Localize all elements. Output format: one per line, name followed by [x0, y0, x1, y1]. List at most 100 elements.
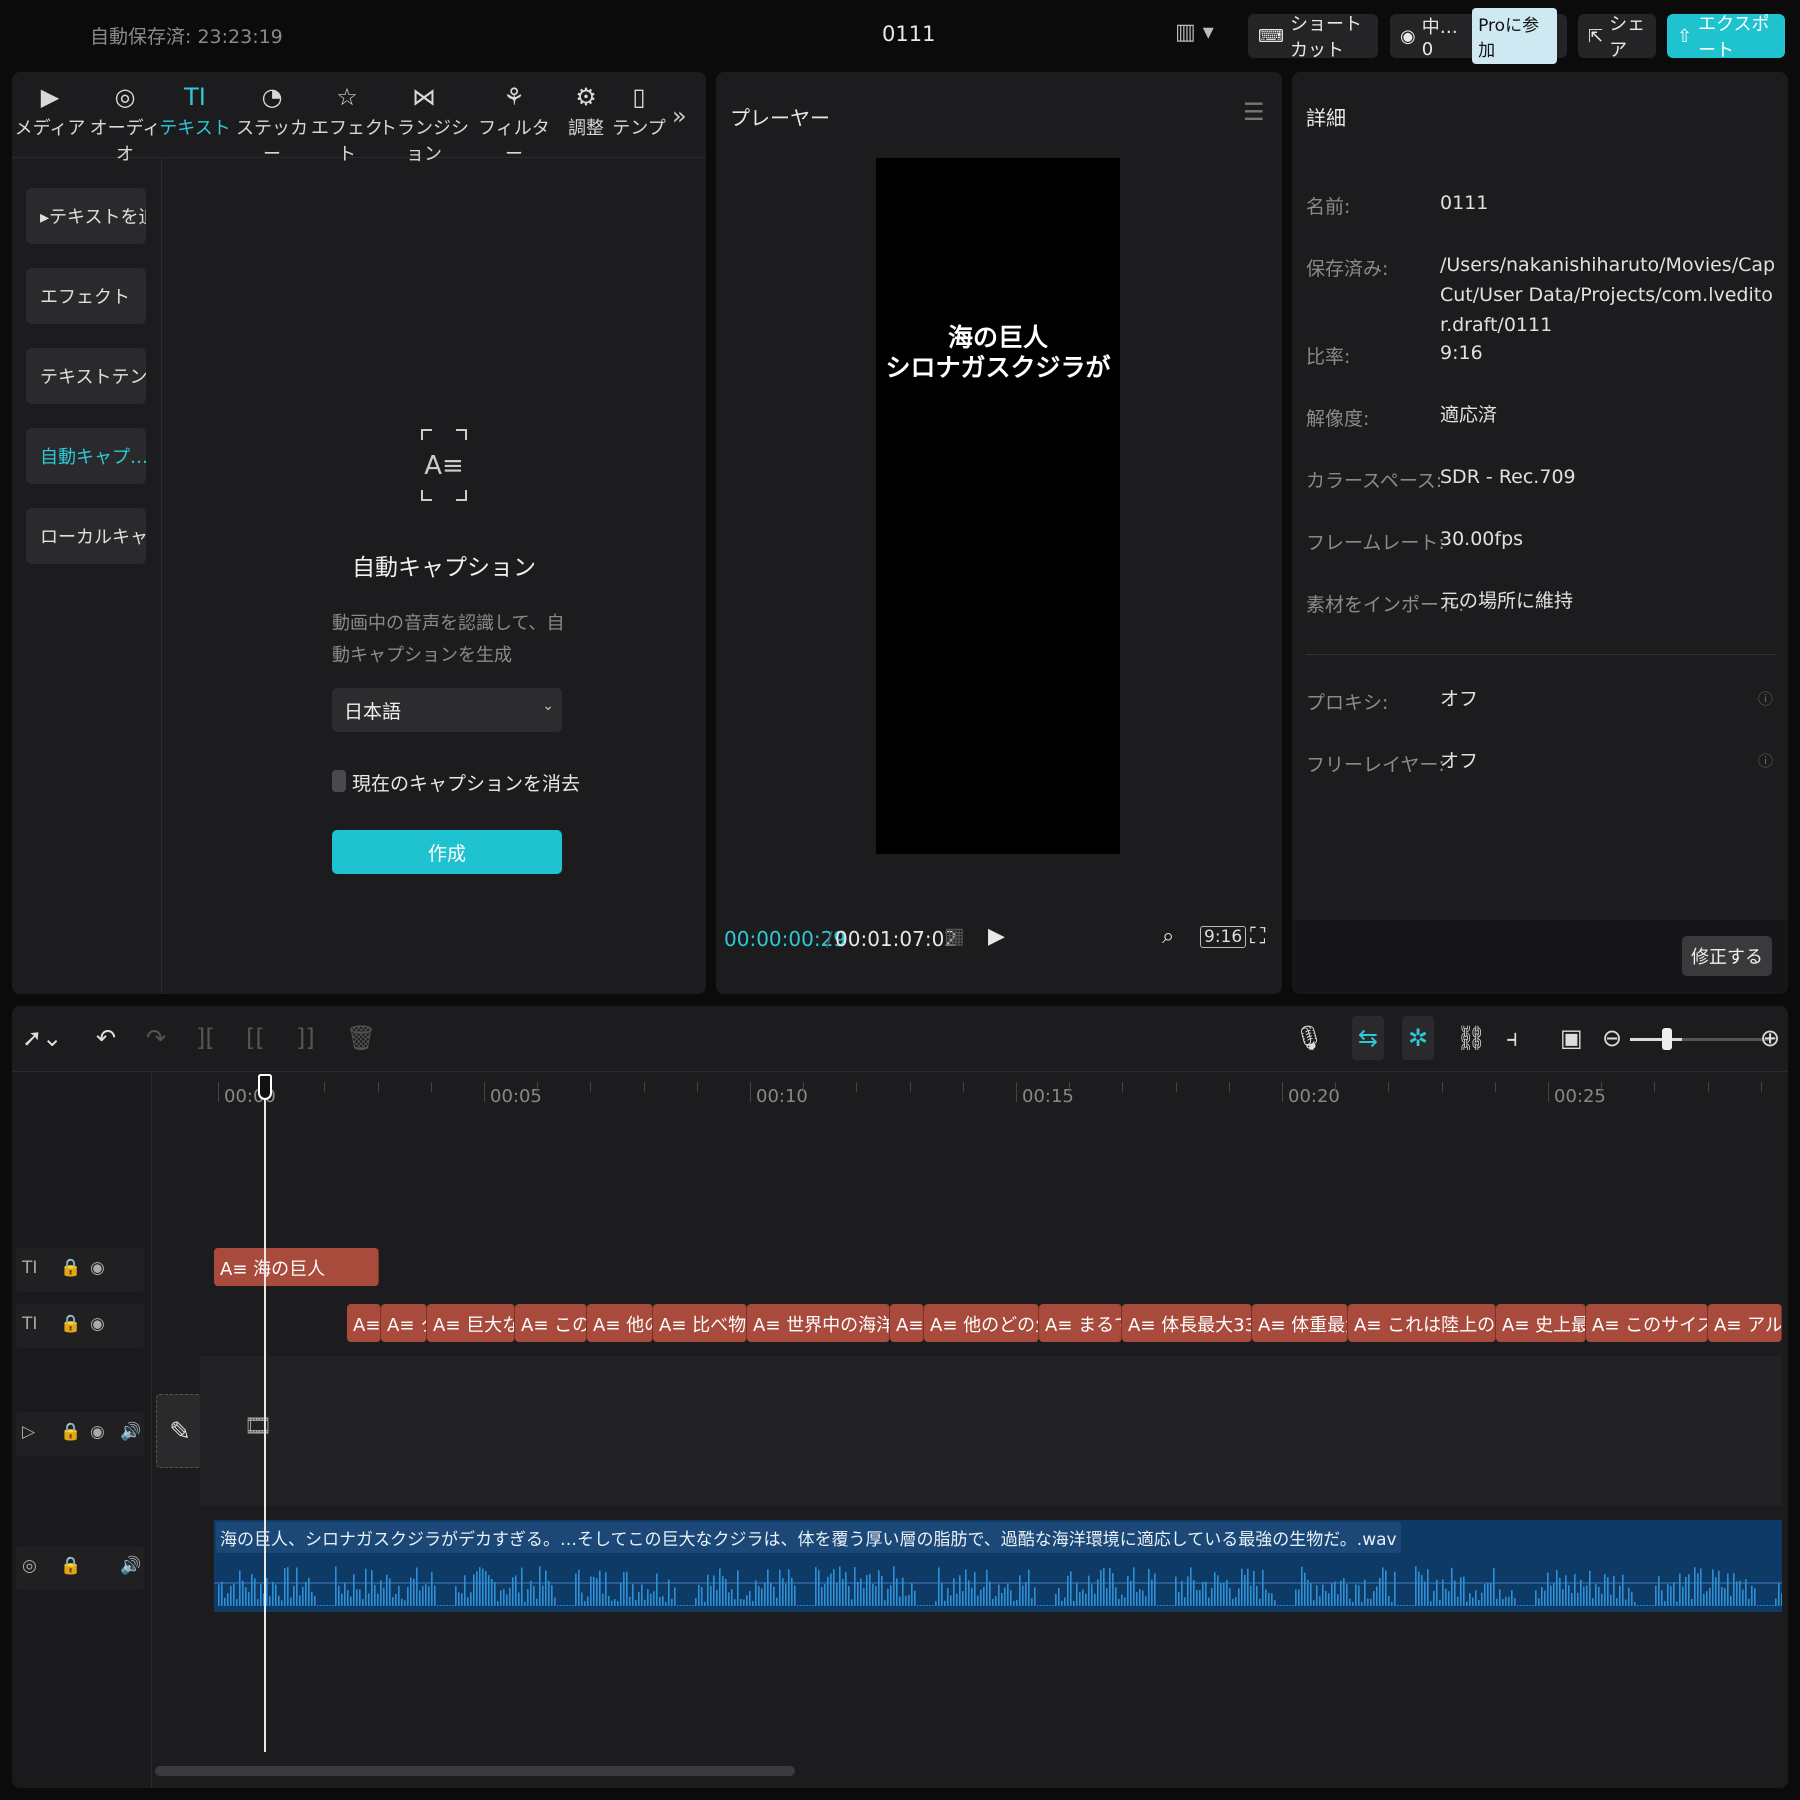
- waveform-bar: [1517, 1605, 1519, 1606]
- text-clip[interactable]: A≡ 体長最大33m: [1122, 1304, 1252, 1342]
- waveform-bar: [470, 1592, 472, 1606]
- export-button[interactable]: ⇧ エクスポート: [1667, 14, 1785, 61]
- sidebar-item-add-text[interactable]: ▸テキストを追加: [26, 188, 146, 244]
- create-caption-button[interactable]: 作成: [332, 830, 562, 874]
- text-clip[interactable]: A≡ このサイズは: [1586, 1304, 1708, 1342]
- text-clip[interactable]: A≡ 巨大な: [427, 1304, 515, 1342]
- tab-transition[interactable]: ⋈ トランジション: [378, 80, 470, 166]
- text-clip[interactable]: A≡ 体重最大20: [1252, 1304, 1348, 1342]
- play-button[interactable]: ▶: [988, 924, 1005, 949]
- text-clip[interactable]: A≡ 史上最大の: [1496, 1304, 1586, 1342]
- proxy-value[interactable]: オフ: [1440, 684, 1780, 714]
- video-track[interactable]: [200, 1356, 1782, 1506]
- clear-caption-checkbox[interactable]: [332, 770, 346, 792]
- menu-icon[interactable]: ☰: [1243, 98, 1265, 126]
- account-button[interactable]: ◉ 中…0 Proに参加: [1390, 8, 1567, 64]
- shortcut-button[interactable]: ⌨ ショートカット: [1248, 14, 1378, 61]
- eye-icon[interactable]: ◉: [90, 1422, 105, 1442]
- undo-icon[interactable]: ↶: [96, 1024, 116, 1052]
- text-clip[interactable]: A≡ 比べ物に: [653, 1304, 747, 1342]
- waveform-bar: [635, 1600, 637, 1606]
- waveform-bar: [728, 1592, 730, 1606]
- text-clip[interactable]: A≡ 海の巨人: [214, 1248, 379, 1286]
- zoom-slider-handle[interactable]: [1662, 1028, 1672, 1050]
- time-ruler[interactable]: 00:00 00:05 00:10 00:15 00:20 00:25: [152, 1072, 1788, 1112]
- lock-icon[interactable]: 🔒: [60, 1422, 81, 1442]
- tab-effect[interactable]: ☆ エフェクト: [307, 80, 387, 166]
- horizontal-scrollbar[interactable]: [155, 1766, 795, 1776]
- waveform-bar: [1187, 1576, 1189, 1606]
- tab-media[interactable]: ▶ メディア: [14, 80, 86, 140]
- waveform-bar: [248, 1591, 250, 1606]
- waveform-bar: [1673, 1582, 1675, 1606]
- microphone-icon[interactable]: 🎙: [1294, 1024, 1324, 1052]
- delete-icon[interactable]: 🗑: [346, 1024, 376, 1052]
- aspect-ratio-button[interactable]: 9:16: [1200, 926, 1247, 948]
- text-clip[interactable]: A≡ 世界中の海洋に: [747, 1304, 890, 1342]
- text-clip[interactable]: A≡ まるで: [1039, 1304, 1122, 1342]
- text-clip[interactable]: A≡ これは陸上のどの動: [1348, 1304, 1496, 1342]
- tab-text[interactable]: TI テキスト: [159, 80, 231, 140]
- pro-join-button[interactable]: Proに参加: [1472, 8, 1557, 64]
- preview-subtitle[interactable]: シロナガスクジラが: [876, 348, 1120, 384]
- text-clip[interactable]: A≡ そ: [890, 1304, 924, 1342]
- help-icon[interactable]: ⓘ: [1758, 688, 1773, 709]
- modify-button[interactable]: 修正する: [1682, 936, 1772, 976]
- video-preview[interactable]: 海の巨人 シロナガスクジラが: [876, 158, 1120, 854]
- help-icon[interactable]: ⓘ: [1758, 750, 1773, 771]
- layout-icon[interactable]: ▥ ▾: [1175, 20, 1214, 45]
- zoom-fit-icon[interactable]: ⌕: [1162, 924, 1174, 949]
- zoom-out-icon[interactable]: ⊖: [1602, 1024, 1622, 1052]
- tab-sticker[interactable]: ◔ ステッカー: [232, 80, 312, 166]
- more-tabs-icon[interactable]: »: [672, 102, 687, 130]
- auto-snap-icon[interactable]: ✲: [1402, 1016, 1434, 1060]
- main-track-magnet-icon[interactable]: ⇆: [1352, 1016, 1384, 1060]
- tab-template[interactable]: ▯ テンプ: [610, 80, 668, 140]
- text-clip[interactable]: A≡ この: [515, 1304, 587, 1342]
- eye-icon[interactable]: ◉: [90, 1314, 105, 1334]
- tab-label: テキスト: [159, 118, 231, 139]
- tab-audio[interactable]: ◎ オーディオ: [85, 80, 165, 166]
- grid-icon[interactable]: ▦: [944, 924, 965, 949]
- waveform-bar: [230, 1586, 232, 1606]
- link-icon[interactable]: ⛓: [1456, 1024, 1486, 1052]
- text-clip[interactable]: A≡ 他のと: [587, 1304, 653, 1342]
- ruler-tick: [1601, 1082, 1603, 1092]
- sidebar-item-effect[interactable]: エフェクト: [26, 268, 146, 324]
- split-icon[interactable]: ][: [196, 1024, 215, 1052]
- sidebar-item-local-caption[interactable]: ローカルキャ…: [26, 508, 146, 564]
- preview-axis-icon[interactable]: ⫞: [1506, 1024, 1518, 1052]
- speaker-icon[interactable]: 🔊: [120, 1422, 141, 1442]
- trim-left-icon[interactable]: [[: [246, 1024, 265, 1052]
- text-clip[interactable]: A≡ 他のどの生物: [924, 1304, 1039, 1342]
- text-clip[interactable]: A≡ ミ: [347, 1304, 381, 1342]
- speaker-icon[interactable]: 🔊: [120, 1556, 141, 1576]
- trim-right-icon[interactable]: ]]: [296, 1024, 315, 1052]
- lock-icon[interactable]: 🔒: [60, 1314, 81, 1334]
- playhead-handle[interactable]: [258, 1074, 272, 1100]
- waveform-bar: [1514, 1597, 1516, 1606]
- edit-cover-button[interactable]: ✎: [156, 1394, 204, 1468]
- redo-icon[interactable]: ↷: [146, 1024, 166, 1052]
- zoom-in-icon[interactable]: ⊕: [1760, 1024, 1780, 1052]
- select-tool-icon[interactable]: ➚⌄: [22, 1024, 62, 1052]
- audio-clip[interactable]: 海の巨人、シロナガスクジラがデカすぎる。…そしてこの巨大なクジラは、体を覆う厚い…: [214, 1520, 1782, 1612]
- share-button[interactable]: ⇱ シェア: [1578, 14, 1656, 61]
- waveform-bar: [311, 1591, 313, 1606]
- playhead-line[interactable]: [264, 1082, 266, 1752]
- sidebar-item-auto-caption[interactable]: 自動キャプ…: [26, 428, 146, 484]
- language-select[interactable]: 日本語 ⌄: [332, 688, 562, 732]
- tab-filter[interactable]: ⚘ フィルター: [474, 80, 554, 166]
- text-clip[interactable]: A≡ ク: [381, 1304, 427, 1342]
- eye-icon[interactable]: ◉: [90, 1258, 105, 1278]
- waveform-bar: [1451, 1567, 1453, 1606]
- thumbnail-icon[interactable]: ▣: [1560, 1024, 1583, 1052]
- ruler-tick: [1016, 1082, 1017, 1102]
- lock-icon[interactable]: 🔒: [60, 1556, 81, 1576]
- free-layer-value[interactable]: オフ: [1440, 746, 1780, 776]
- fullscreen-icon[interactable]: ⛶: [1250, 924, 1265, 949]
- waveform-bar: [677, 1605, 679, 1606]
- sidebar-item-text-template[interactable]: テキストテン…: [26, 348, 146, 404]
- text-clip[interactable]: A≡ アルゼン: [1708, 1304, 1782, 1342]
- lock-icon[interactable]: 🔒: [60, 1258, 81, 1278]
